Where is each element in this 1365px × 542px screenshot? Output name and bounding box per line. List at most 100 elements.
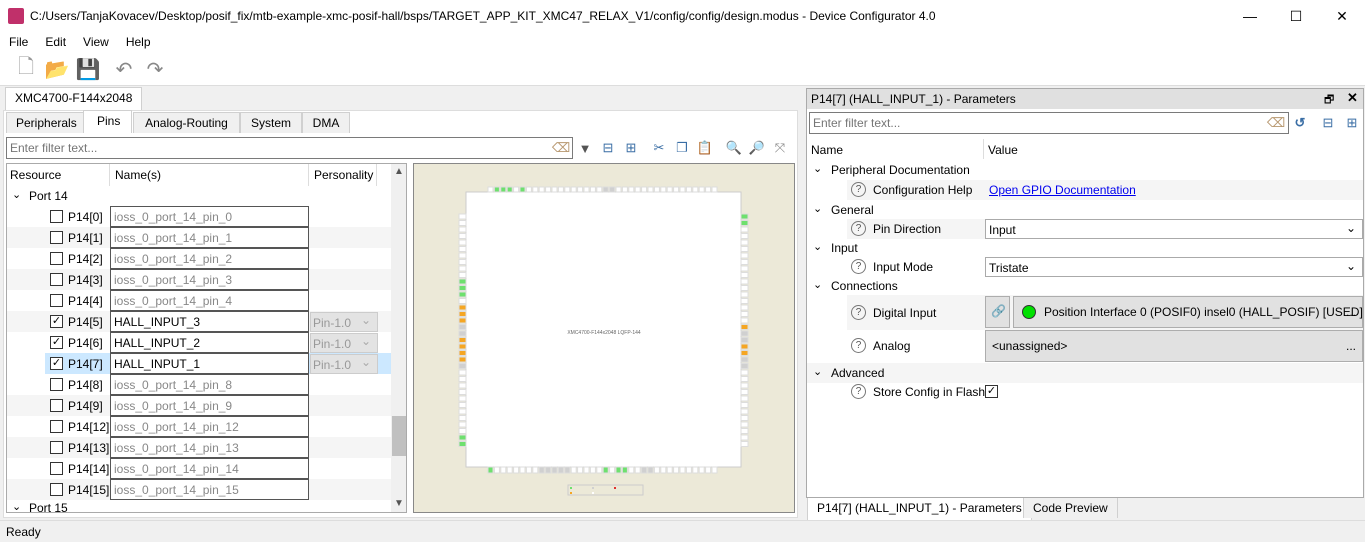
chip-pin[interactable] xyxy=(740,278,749,285)
pin-row[interactable]: ✓ P14[7] HALL_INPUT_1 Pin-1.0 xyxy=(7,353,391,374)
chip-pin[interactable] xyxy=(740,389,749,395)
chip-pin[interactable] xyxy=(740,265,749,272)
chip-pin[interactable] xyxy=(458,265,467,272)
chip-pin[interactable] xyxy=(458,285,467,291)
chip-pin[interactable] xyxy=(740,291,749,298)
store-config-checkbox[interactable]: ✓ xyxy=(985,385,998,398)
chip-pin[interactable] xyxy=(493,186,500,193)
chip-pin[interactable] xyxy=(458,350,467,356)
chip-pin[interactable] xyxy=(740,395,749,402)
chip-pin[interactable] xyxy=(609,466,616,474)
chip-pin[interactable] xyxy=(609,186,616,193)
chip-pin[interactable] xyxy=(577,186,584,193)
pin-checkbox[interactable]: ✓ xyxy=(50,336,63,349)
chip-pin[interactable] xyxy=(634,466,641,474)
chip-pin[interactable] xyxy=(570,186,577,193)
new-file-icon[interactable]: 🗋 xyxy=(13,56,39,82)
chip-pin[interactable] xyxy=(740,311,749,317)
pin-row[interactable]: P14[2] ioss_0_port_14_pin_2 xyxy=(7,248,391,269)
chip-pin[interactable] xyxy=(740,415,749,421)
col-value[interactable]: Value xyxy=(983,139,1022,159)
chip-pin[interactable] xyxy=(458,259,467,265)
chip-pin[interactable] xyxy=(711,466,718,474)
pin-row[interactable]: P14[4] ioss_0_port_14_pin_4 xyxy=(7,290,391,311)
chip-pin[interactable] xyxy=(711,186,718,193)
chip-pin[interactable] xyxy=(458,220,467,226)
chip-pin[interactable] xyxy=(458,428,467,434)
chip-pin[interactable] xyxy=(458,239,467,246)
chevron-down-icon[interactable]: ⌄ xyxy=(12,188,21,201)
pin-checkbox[interactable] xyxy=(50,378,63,391)
pin-checkbox[interactable]: ✓ xyxy=(50,357,63,370)
chevron-down-icon[interactable]: ⌄ xyxy=(813,240,822,253)
chip-pin[interactable] xyxy=(740,337,749,343)
col-name[interactable]: Name xyxy=(811,143,843,157)
chip-pin[interactable] xyxy=(458,434,467,441)
help-icon[interactable]: ? xyxy=(851,182,866,197)
chip-pin[interactable] xyxy=(740,441,749,447)
pin-row[interactable]: P14[0] ioss_0_port_14_pin_0 xyxy=(7,206,391,227)
chip-pin[interactable] xyxy=(506,466,513,474)
chip-pin[interactable] xyxy=(740,259,749,265)
pin-checkbox[interactable] xyxy=(50,420,63,433)
chip-pin[interactable] xyxy=(513,186,520,193)
chip-pin[interactable] xyxy=(458,402,467,408)
chip-pin[interactable] xyxy=(532,186,539,193)
chip-pin[interactable] xyxy=(621,466,628,474)
chip-pin[interactable] xyxy=(506,186,513,193)
chip-pin[interactable] xyxy=(673,466,680,474)
help-icon[interactable]: ? xyxy=(851,305,866,320)
chip-pin[interactable] xyxy=(740,239,749,246)
chip-pin[interactable] xyxy=(641,466,648,474)
chip-pin[interactable] xyxy=(740,343,749,350)
scroll-down-icon[interactable]: ▼ xyxy=(394,498,404,509)
close-button[interactable]: ✕ xyxy=(1319,0,1365,32)
chip-pin[interactable] xyxy=(602,186,609,193)
chip-pin[interactable] xyxy=(740,298,749,304)
chip-pin[interactable] xyxy=(589,186,596,193)
chip-pin[interactable] xyxy=(660,186,667,193)
tab-device[interactable]: XMC4700-F144x2048 xyxy=(5,87,143,110)
chip-pin[interactable] xyxy=(589,466,596,474)
chip-pin[interactable] xyxy=(698,186,705,193)
category-advanced[interactable]: ⌄ Advanced xyxy=(807,363,1363,383)
pin-name-input[interactable]: ioss_0_port_14_pin_2 xyxy=(110,248,309,269)
chip-pin[interactable] xyxy=(596,466,603,474)
filter-icon[interactable]: ▼ xyxy=(576,139,594,157)
pin-name-input[interactable]: ioss_0_port_14_pin_4 xyxy=(110,290,309,311)
analog-button[interactable]: <unassigned> ... xyxy=(985,330,1363,362)
paste-icon[interactable]: 📋 xyxy=(696,139,714,157)
tab-parameters[interactable]: P14[7] (HALL_INPUT_1) - Parameters xyxy=(807,498,1032,520)
chip-pin[interactable] xyxy=(458,376,467,382)
chip-pin[interactable] xyxy=(458,246,467,252)
pin-checkbox[interactable] xyxy=(50,210,63,223)
pin-checkbox[interactable] xyxy=(50,273,63,286)
tab-dma[interactable]: DMA xyxy=(302,112,350,133)
chip-pin[interactable] xyxy=(641,186,648,193)
chip-pin[interactable] xyxy=(666,466,673,474)
chip-pin[interactable] xyxy=(740,376,749,382)
chevron-down-icon[interactable]: ⌄ xyxy=(813,278,822,291)
chip-pin[interactable] xyxy=(660,466,667,474)
chip-pin[interactable] xyxy=(513,466,520,474)
chip-pin[interactable] xyxy=(740,434,749,441)
save-icon[interactable]: 💾 xyxy=(75,56,101,82)
chip-pin[interactable] xyxy=(570,466,577,474)
chip-pin[interactable] xyxy=(493,466,500,474)
chip-pin[interactable] xyxy=(458,291,467,298)
chip-pin[interactable] xyxy=(458,233,467,239)
chip-pin[interactable] xyxy=(740,233,749,239)
link-icon[interactable]: 🔗 xyxy=(985,296,1010,328)
digital-input-button[interactable]: Position Interface 0 (POSIF0) insel0 (HA… xyxy=(1013,296,1363,328)
chip-pin[interactable] xyxy=(628,466,635,474)
pin-checkbox[interactable] xyxy=(50,462,63,475)
expand-all-icon[interactable]: ⊞ xyxy=(622,139,640,157)
pin-name-input[interactable]: ioss_0_port_14_pin_12 xyxy=(110,416,309,437)
zoom-in-icon[interactable]: 🔍 xyxy=(725,139,743,157)
chip-pin[interactable] xyxy=(557,466,564,474)
chip-pin[interactable] xyxy=(740,428,749,434)
pin-name-input[interactable]: HALL_INPUT_2 xyxy=(110,332,309,353)
chip-pin[interactable] xyxy=(458,298,467,304)
chip-pin[interactable] xyxy=(692,186,699,193)
chip-pin[interactable] xyxy=(653,466,660,474)
